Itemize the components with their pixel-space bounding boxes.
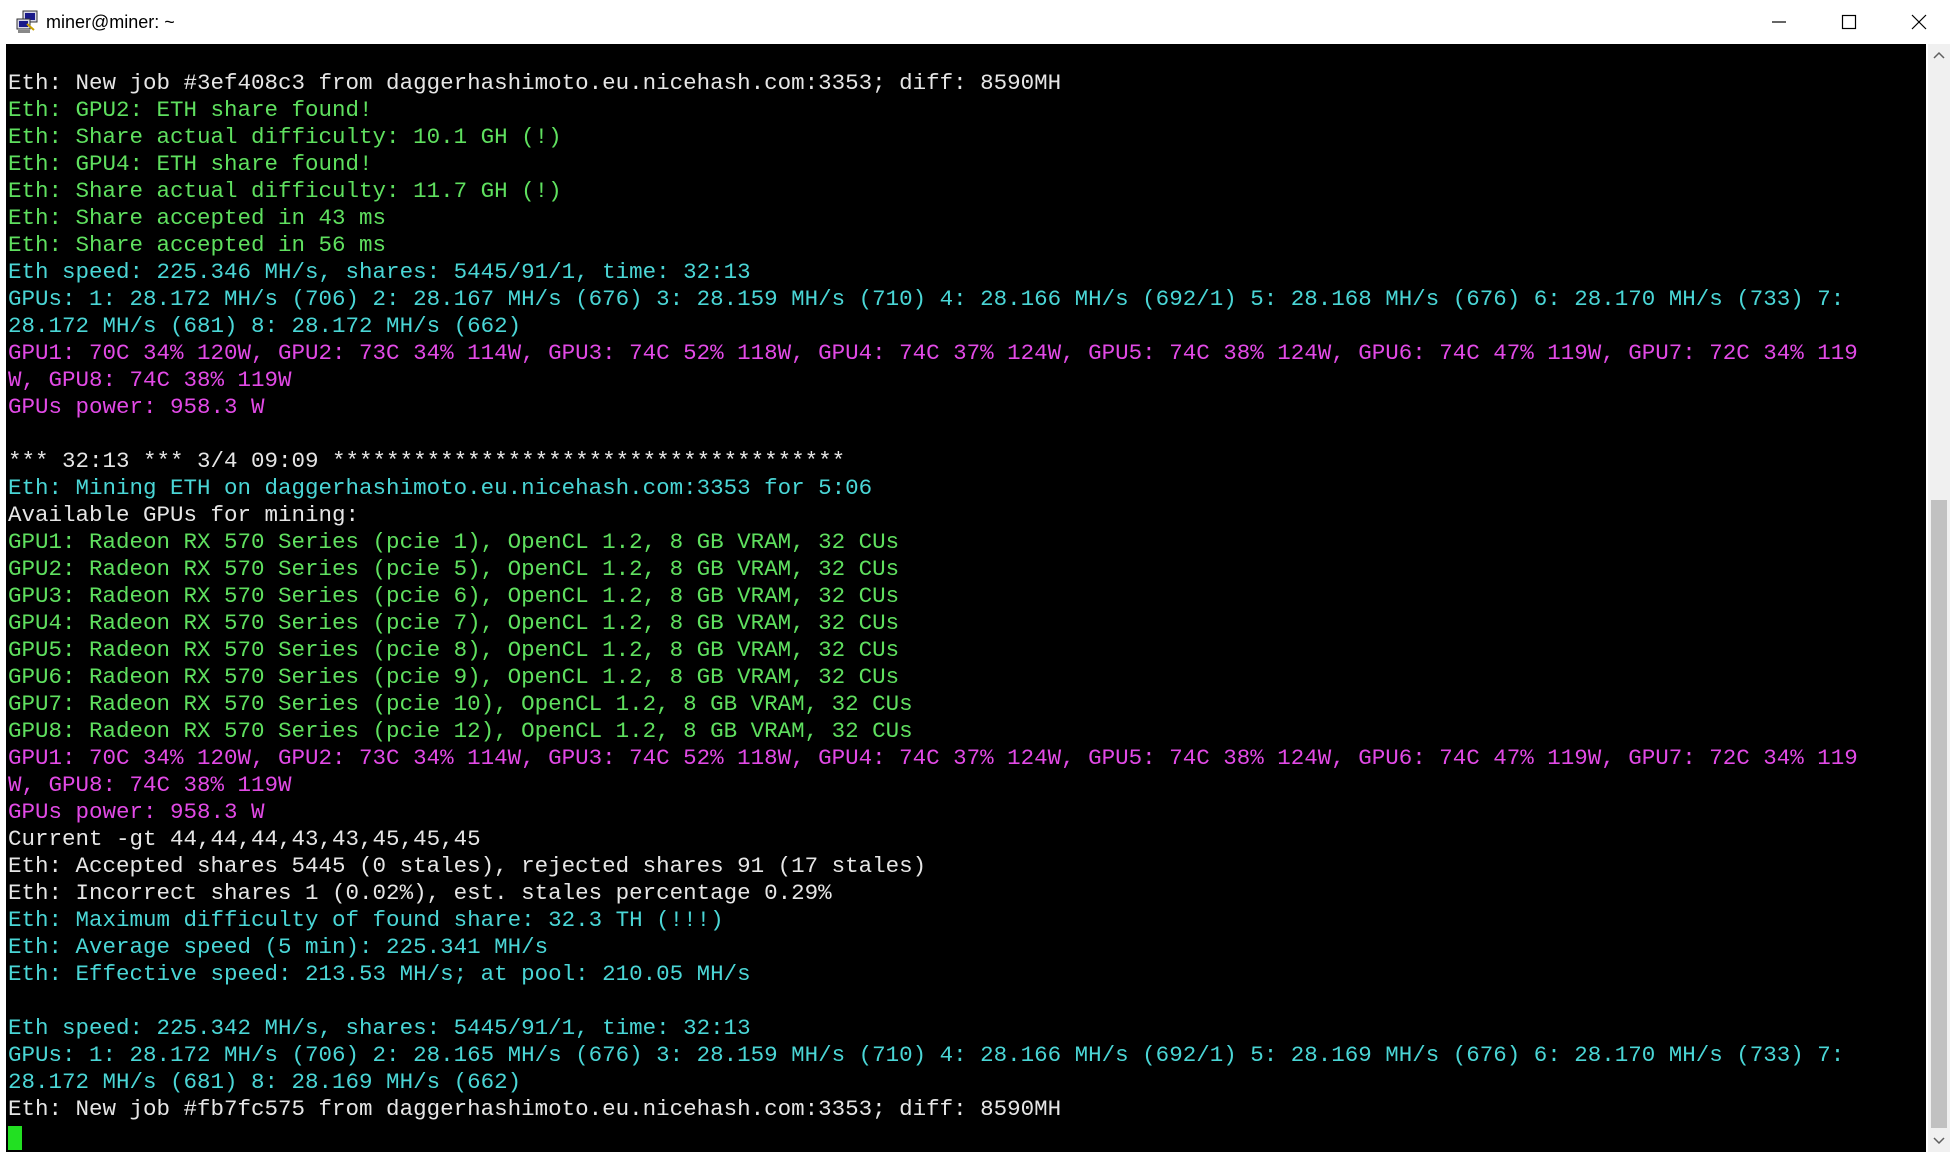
- terminal-line: 28.172 MH/s (681) 8: 28.172 MH/s (662): [8, 313, 522, 339]
- terminal-line: Eth: GPU4: ETH share found!: [8, 151, 373, 177]
- terminal-line: Eth: Incorrect shares 1 (0.02%), est. st…: [8, 880, 832, 906]
- terminal-line: Eth: New job #fb7fc575 from daggerhashim…: [8, 1096, 1062, 1122]
- terminal-line: Eth: Average speed (5 min): 225.341 MH/s: [8, 934, 549, 960]
- minimize-icon: [1772, 21, 1786, 23]
- scroll-up-button[interactable]: [1928, 44, 1950, 66]
- window-bottom-border: [0, 1152, 1954, 1158]
- terminal-line: W, GPU8: 74C 38% 119W: [8, 367, 292, 393]
- terminal-line: GPU3: Radeon RX 570 Series (pcie 6), Ope…: [8, 583, 900, 609]
- terminal-line: Eth speed: 225.342 MH/s, shares: 5445/91…: [8, 1015, 751, 1041]
- terminal-line: Eth: New job #3ef408c3 from daggerhashim…: [8, 70, 1062, 96]
- close-icon: [1911, 14, 1927, 30]
- maximize-button[interactable]: [1814, 0, 1884, 44]
- terminal-line: Eth: Share actual difficulty: 11.7 GH (!…: [8, 178, 562, 204]
- terminal-line: Eth: Share accepted in 43 ms: [8, 205, 387, 231]
- title-bar[interactable]: miner@miner: ~: [0, 0, 1954, 44]
- terminal-line: Current -gt 44,44,44,43,43,45,45,45: [8, 826, 481, 852]
- terminal-line: *** 32:13 *** 3/4 09:09 ****************…: [8, 448, 846, 474]
- terminal-line: GPU7: Radeon RX 570 Series (pcie 10), Op…: [8, 691, 913, 717]
- terminal-line: GPUs: 1: 28.172 MH/s (706) 2: 28.167 MH/…: [8, 286, 1845, 312]
- terminal-line: Eth: Effective speed: 213.53 MH/s; at po…: [8, 961, 751, 987]
- terminal-line: 28.172 MH/s (681) 8: 28.169 MH/s (662): [8, 1069, 522, 1095]
- terminal-line: GPU1: 70C 34% 120W, GPU2: 73C 34% 114W, …: [8, 340, 1858, 366]
- terminal-line: GPU1: 70C 34% 120W, GPU2: 73C 34% 114W, …: [8, 745, 1858, 771]
- terminal-line: Eth speed: 225.346 MH/s, shares: 5445/91…: [8, 259, 751, 285]
- scrollbar-thumb[interactable]: [1931, 500, 1947, 1128]
- terminal-line: Eth: Maximum difficulty of found share: …: [8, 907, 724, 933]
- chevron-down-icon: [1933, 1137, 1945, 1145]
- terminal-line: Eth: GPU2: ETH share found!: [8, 97, 373, 123]
- putty-icon[interactable]: [16, 10, 40, 34]
- window-title: miner@miner: ~: [46, 12, 175, 32]
- maximize-icon: [1841, 14, 1857, 30]
- terminal-line: GPU4: Radeon RX 570 Series (pcie 7), Ope…: [8, 610, 900, 636]
- terminal-line: GPUs: 1: 28.172 MH/s (706) 2: 28.165 MH/…: [8, 1042, 1845, 1068]
- vertical-scrollbar[interactable]: [1928, 44, 1950, 1152]
- terminal-line: Eth: Mining ETH on daggerhashimoto.eu.ni…: [8, 475, 873, 501]
- terminal-line: GPU2: Radeon RX 570 Series (pcie 5), Ope…: [8, 556, 900, 582]
- terminal-line: GPUs power: 958.3 W: [8, 394, 265, 420]
- terminal-line: Available GPUs for mining:: [8, 502, 360, 528]
- terminal-output[interactable]: Eth: New job #3ef408c3 from daggerhashim…: [6, 44, 1926, 1152]
- terminal-line: GPU8: Radeon RX 570 Series (pcie 12), Op…: [8, 718, 913, 744]
- terminal-line: Eth: Share accepted in 56 ms: [8, 232, 387, 258]
- minimize-button[interactable]: [1744, 0, 1814, 44]
- terminal-line: GPU1: Radeon RX 570 Series (pcie 1), Ope…: [8, 529, 900, 555]
- terminal-line: GPU6: Radeon RX 570 Series (pcie 9), Ope…: [8, 664, 900, 690]
- chevron-up-icon: [1933, 51, 1945, 59]
- terminal-line: W, GPU8: 74C 38% 119W: [8, 772, 292, 798]
- terminal-line: GPUs power: 958.3 W: [8, 799, 265, 825]
- terminal-line: GPU5: Radeon RX 570 Series (pcie 8), Ope…: [8, 637, 900, 663]
- terminal-line: Eth: Accepted shares 5445 (0 stales), re…: [8, 853, 927, 879]
- text-cursor: [8, 1126, 22, 1150]
- terminal-line: Eth: Share actual difficulty: 10.1 GH (!…: [8, 124, 562, 150]
- scroll-down-button[interactable]: [1928, 1130, 1950, 1152]
- terminal-window: miner@miner: ~ Eth: New job #3ef408c3 fr…: [0, 0, 1954, 1158]
- close-button[interactable]: [1884, 0, 1954, 44]
- terminal-lines: Eth: New job #3ef408c3 from daggerhashim…: [8, 70, 1858, 1123]
